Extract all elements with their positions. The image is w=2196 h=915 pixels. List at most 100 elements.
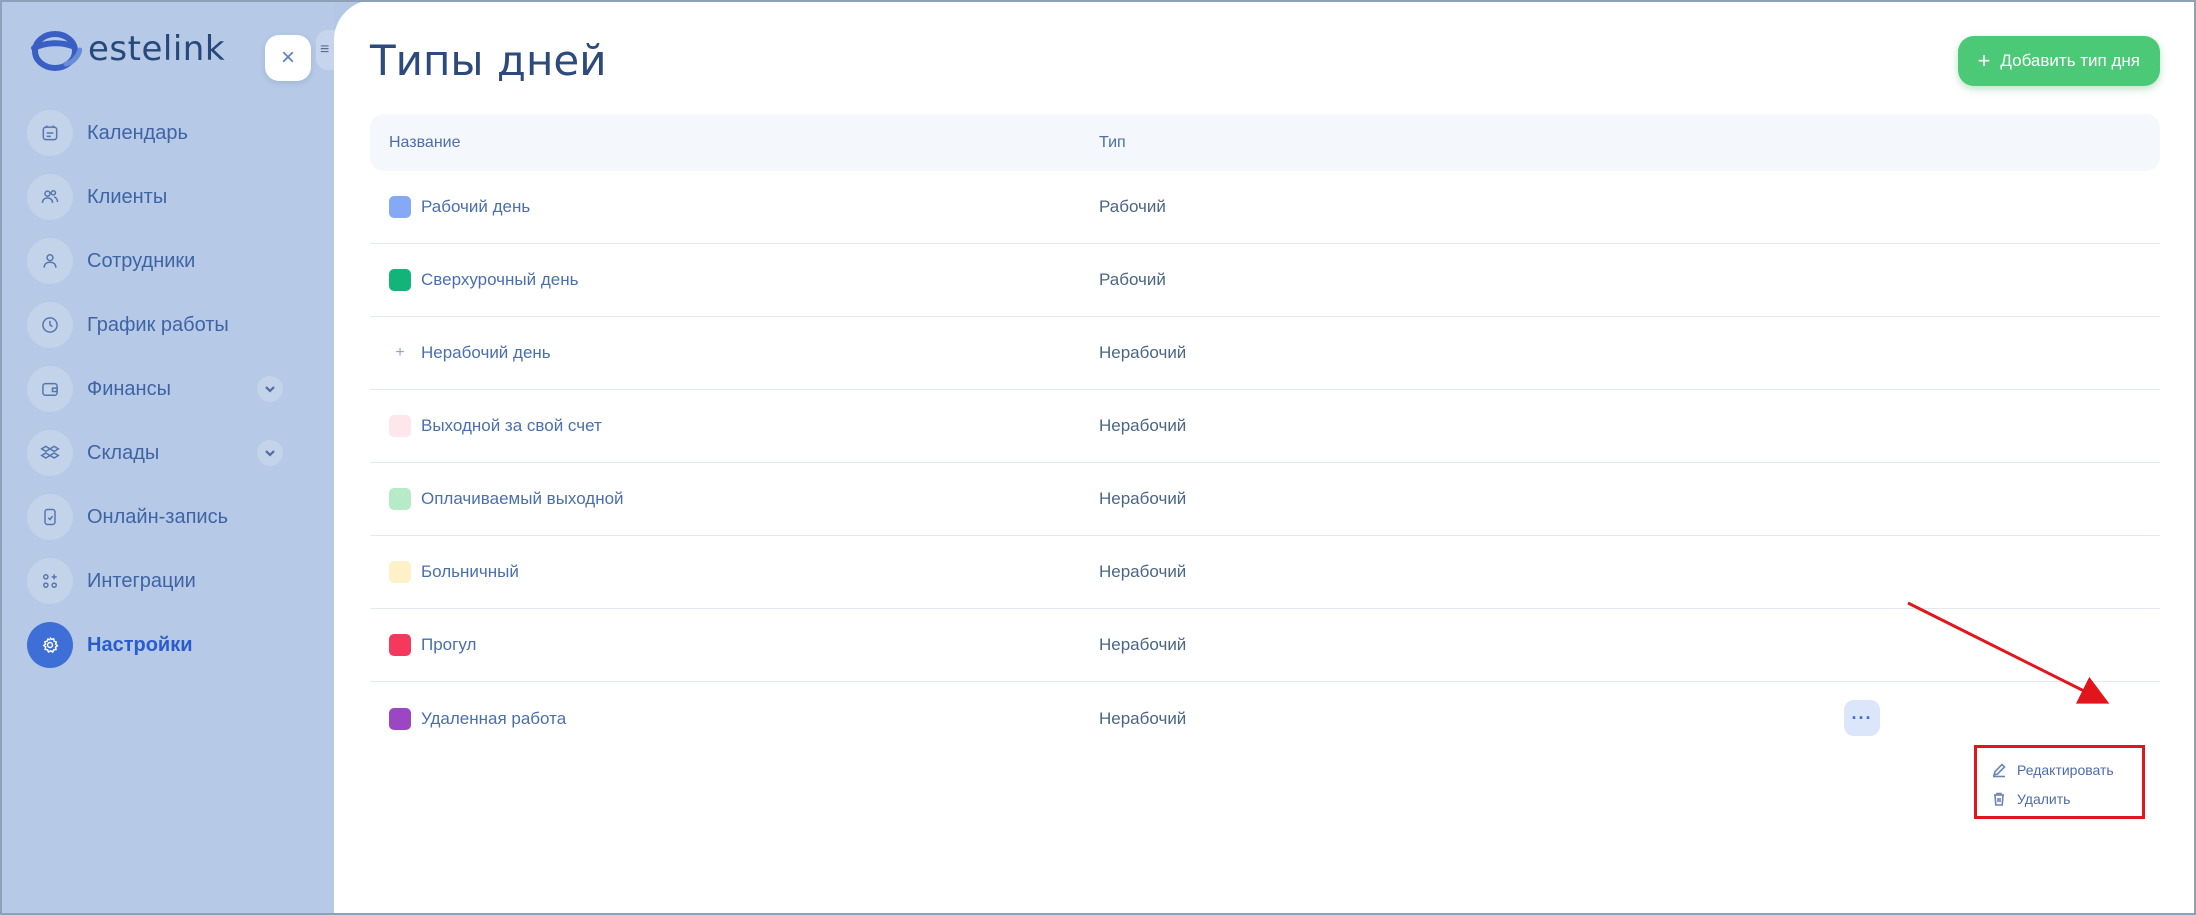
cell-type: Нерабочий [1099,562,1186,582]
cell-name: Удаленная работа [370,707,1099,730]
color-swatch [389,634,411,656]
column-header-name[interactable]: Название [370,134,1099,152]
trash-icon [1994,792,2004,806]
sidebar-item-label: Финансы [87,377,171,400]
sidebar-item-label: Онлайн-запись [87,505,228,528]
color-swatch [389,561,411,583]
day-type-name[interactable]: Оплачиваемый выходной [421,489,624,509]
sidebar-item-label: Настройки [87,633,193,656]
cell-type: Нерабочий [1099,635,1186,655]
more-actions-button[interactable]: ··· [1844,700,1880,736]
plus-icon: + [1977,48,1991,73]
gear-icon [27,622,73,668]
plus-icon: + [395,344,405,361]
day-types-table: Название Тип Рабочий день Рабочий Сверхуро… [370,114,2160,755]
table-row[interactable]: Больничный Нерабочий [370,536,2160,609]
add-day-type-label: Добавить тип дня [2000,51,2140,70]
table-row[interactable]: Оплачиваемый выходной Нерабочий [370,463,2160,536]
add-day-type-button[interactable]: + Добавить тип дня [1957,36,2160,86]
sidebar-item-user[interactable]: Сотрудники [27,238,287,284]
brand-logo[interactable]: estelink [28,24,225,74]
day-type-name[interactable]: Рабочий день [421,197,530,217]
table-row[interactable]: Прогул Нерабочий [370,609,2160,682]
sidebar-item-label: Интеграции [87,569,196,592]
sidebar-item-boxes[interactable]: Склады [27,430,287,476]
day-type-name[interactable]: Прогул [421,635,476,655]
cell-type: Рабочий [1099,197,1166,217]
sidebar-item-grid-plus[interactable]: Интеграции [27,558,287,604]
sidebar-nav: Календарь Клиенты Сотрудники График работы Ф… [27,110,287,686]
table-row[interactable]: Удаленная работа Нерабочий ··· [370,682,2160,755]
cell-name: Выходной за свой счет [370,415,1099,437]
sidebar-item-label: Календарь [87,121,188,144]
sidebar-item-wallet[interactable]: Финансы [27,366,287,412]
sidebar-item-phone[interactable]: Онлайн-запись [27,494,287,540]
pencil-icon [1992,762,2006,777]
sidebar-item-clients[interactable]: Клиенты [27,174,287,220]
day-type-name[interactable]: Больничный [421,562,519,582]
sidebar: estelink × Календарь Клиенты Сотрудники Гра… [0,0,334,915]
day-type-name[interactable]: Нерабочий день [421,343,551,363]
day-type-name[interactable]: Удаленная работа [421,709,566,729]
day-type-kind: Нерабочий [1099,708,1187,728]
menu-item-delete[interactable]: Удалить [1991,784,2142,813]
chevron-down-icon[interactable] [257,376,283,402]
cell-name: Сверхурочный день [370,269,1099,291]
wallet-icon [27,366,73,412]
cell-name: Оплачиваемый выходной [370,488,1099,510]
sidebar-item-label: График работы [87,313,229,336]
color-swatch [389,196,411,218]
user-icon [27,238,73,284]
logo-mark-icon [31,31,82,71]
day-type-kind: Нерабочий [1099,489,1187,508]
day-type-kind: Нерабочий [1099,416,1187,435]
chevron-down-icon[interactable] [257,440,283,466]
menu-item-edit-label: Редактировать [2017,761,2114,778]
sidebar-item-calendar[interactable]: Календарь [27,110,287,156]
boxes-icon [27,430,73,476]
cell-name: Больничный [370,561,1099,583]
day-type-kind: Рабочий [1099,197,1166,216]
cell-type: Рабочий [1099,270,1166,290]
day-type-name[interactable]: Выходной за свой счет [421,416,602,436]
sidebar-item-label: Склады [87,441,160,464]
color-swatch [389,707,411,730]
brand-name: estelink [88,29,226,69]
clock-icon [27,302,73,348]
cell-name: + Нерабочий день [370,342,1099,364]
sidebar-item-gear[interactable]: Настройки [27,622,287,668]
main-content: Типы дней + Добавить тип дня Название Ти… [334,0,2196,915]
day-type-kind: Нерабочий [1099,635,1187,654]
clients-icon [27,174,73,220]
cell-type: Нерабочий [1099,416,1186,436]
page-title: Типы дней [370,36,607,85]
sidebar-item-label: Сотрудники [87,249,196,272]
cell-type: Нерабочий [1099,343,1186,363]
phone-icon [27,494,73,540]
row-actions-menu: Редактировать Удалить [1974,745,2145,819]
cell-type: Нерабочий [1099,489,1186,509]
day-type-kind: Нерабочий [1099,343,1187,362]
cell-name: Прогул [370,634,1099,656]
color-swatch [389,269,411,291]
table-row[interactable]: Сверхурочный день Рабочий [370,244,2160,317]
close-icon: × [280,44,295,71]
column-header-type[interactable]: Тип [1099,134,1126,152]
cell-name: Рабочий день [370,196,1099,218]
day-type-kind: Рабочий [1099,270,1166,289]
menu-item-edit[interactable]: Редактировать [1991,755,2142,784]
table-row[interactable]: Рабочий день Рабочий [370,171,2160,244]
grid-plus-icon [27,558,73,604]
table-row[interactable]: + Нерабочий день Нерабочий [370,317,2160,390]
calendar-icon [27,110,73,156]
sidebar-item-clock[interactable]: График работы [27,302,287,348]
color-swatch [389,415,411,437]
menu-item-delete-label: Удалить [2017,790,2071,807]
sidebar-item-label: Клиенты [87,185,168,208]
table-row[interactable]: Выходной за свой счет Нерабочий [370,390,2160,463]
color-swatch [389,488,411,510]
day-type-kind: Нерабочий [1099,562,1187,581]
table-header: Название Тип [370,114,2160,171]
day-type-name[interactable]: Сверхурочный день [421,270,578,290]
close-sidebar-button[interactable]: × [265,35,311,81]
